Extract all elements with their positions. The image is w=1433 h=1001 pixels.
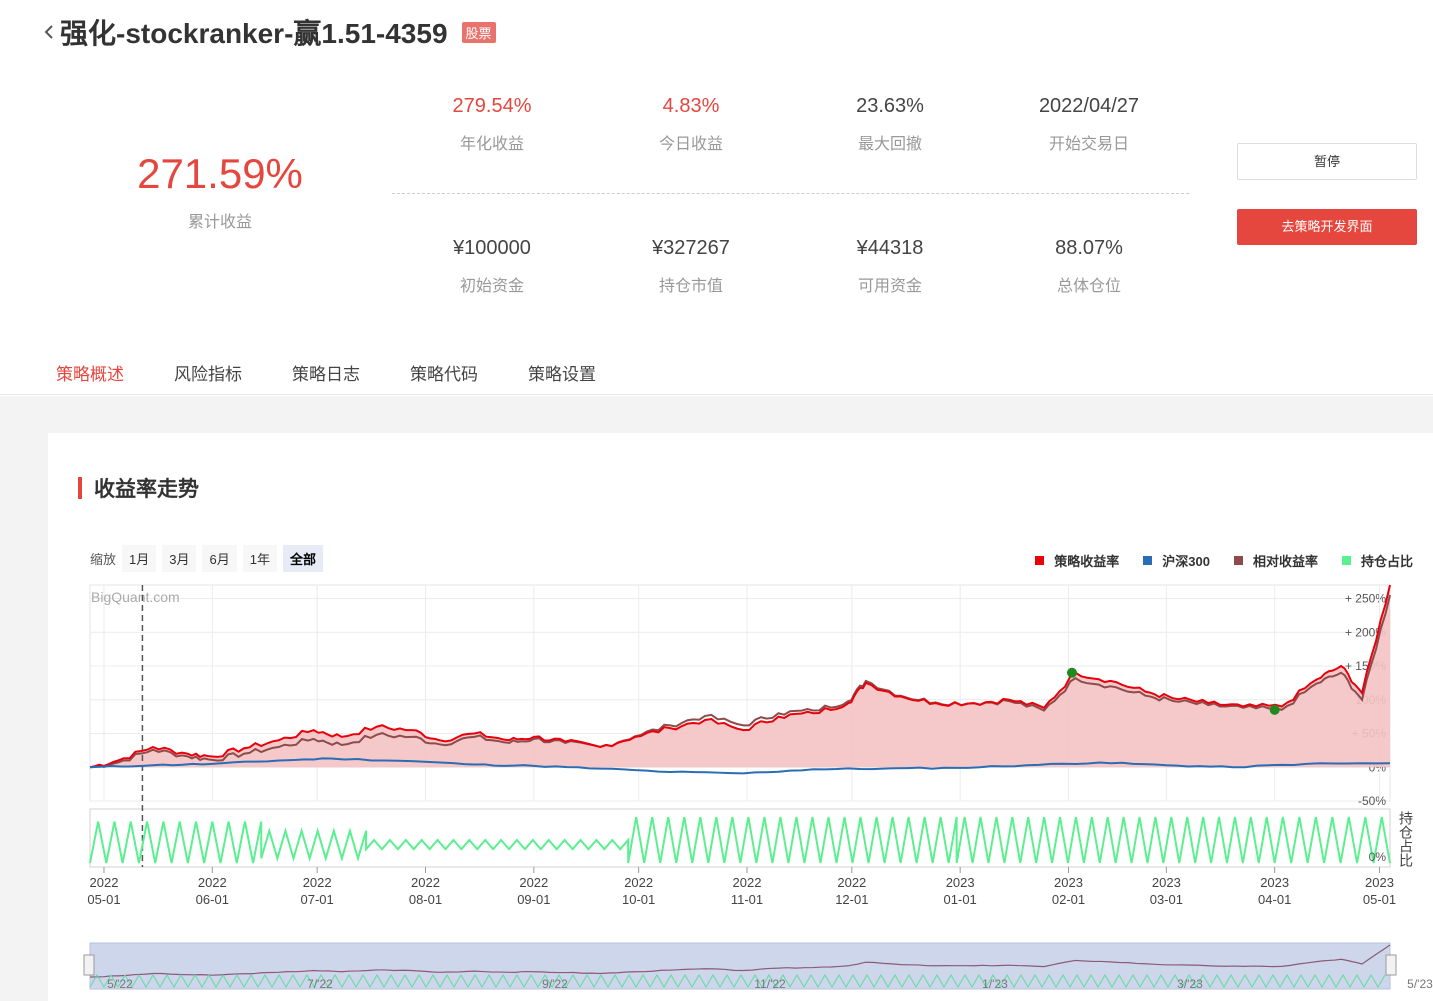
metric-value: 4.83% (662, 95, 720, 117)
tab-code[interactable]: 策略代码 (391, 352, 497, 399)
x-tick-date: 08-01 (409, 892, 442, 907)
metric-value: ¥44318 (856, 237, 924, 259)
returns-panel: 收益率走势 缩放 1月 3月 6月 1年 全部 策略收益率 沪深300 相对收益… (48, 433, 1433, 1001)
metrics-divider (392, 193, 1189, 194)
navigator-tick-label: 5/'22 (107, 977, 133, 991)
metric-value: ¥100000 (453, 237, 531, 259)
x-tick-date: 02-01 (1052, 892, 1085, 907)
position-ratio-line (89, 816, 1391, 864)
x-tick-year: 2023 (1152, 875, 1181, 890)
navigator-tick-label: 11/'22 (754, 977, 786, 991)
metric-initial-capital: ¥100000 初始资金 (392, 237, 592, 296)
tab-risk[interactable]: 风险指标 (155, 352, 261, 399)
x-tick-date: 07-01 (301, 892, 334, 907)
go-dev-button[interactable]: 去策略开发界面 (1237, 209, 1417, 245)
returns-chart[interactable]: + 250%+ 200%+ 150%100%+ 50%0%-50%202205-… (48, 433, 1433, 1001)
title-row: 强化-stockranker-赢1.51-4359 股票 (38, 12, 496, 52)
metric-label: 最大回撤 (857, 136, 922, 153)
content-area: 收益率走势 缩放 1月 3月 6月 1年 全部 策略收益率 沪深300 相对收益… (0, 396, 1433, 1001)
metric-label: 可用资金 (857, 278, 922, 295)
x-tick-year: 2023 (1365, 875, 1394, 890)
x-tick-date: 12-01 (835, 892, 868, 907)
x-tick-date: 03-01 (1150, 892, 1183, 907)
tab-log[interactable]: 策略日志 (273, 352, 379, 399)
x-tick-date: 04-01 (1258, 892, 1291, 907)
navigator-tick-label: 5/'23 (1407, 977, 1433, 991)
x-tick-date: 05-01 (1363, 892, 1396, 907)
x-tick-year: 2022 (90, 875, 119, 890)
x-tick-year: 2022 (519, 875, 548, 890)
page-title: 强化-stockranker-赢1.51-4359 (60, 18, 448, 49)
metric-position-value: ¥327267 持仓市值 (591, 237, 791, 296)
metric-label: 开始交易日 (1048, 136, 1129, 153)
x-tick-year: 2023 (1054, 875, 1083, 890)
metric-value: ¥327267 (652, 237, 730, 259)
metric-available-cash: ¥44318 可用资金 (790, 237, 990, 296)
navigator-left-handle[interactable] (83, 954, 95, 976)
tab-bar: 策略概述 风险指标 策略日志 策略代码 策略设置 (37, 352, 627, 399)
strategy-header: 强化-stockranker-赢1.51-4359 股票 271.59% 累计收… (0, 0, 1433, 399)
stock-badge: 股票 (461, 21, 496, 43)
x-tick-date: 09-01 (517, 892, 550, 907)
metric-value: 2022/04/27 (1038, 95, 1140, 117)
tab-overview[interactable]: 策略概述 (37, 352, 143, 399)
metric-label: 持仓市值 (658, 278, 723, 295)
metric-value: 23.63% (856, 95, 924, 117)
plot-frame (89, 584, 1391, 802)
cumulative-return-value: 271.59% (137, 150, 303, 197)
metric-label: 初始资金 (459, 278, 524, 295)
metric-label: 总体仓位 (1056, 278, 1121, 295)
trade-marker (1066, 667, 1077, 678)
x-tick-year: 2022 (837, 875, 866, 890)
metric-value: 88.07% (1055, 237, 1123, 259)
x-tick-date: 10-01 (622, 892, 655, 907)
x-tick-year: 2023 (1260, 875, 1289, 890)
pause-button[interactable]: 暂停 (1237, 143, 1417, 180)
x-tick-date: 06-01 (196, 892, 229, 907)
metric-label: 年化收益 (459, 136, 524, 153)
cumulative-return-label: 累计收益 (187, 214, 252, 231)
x-tick-year: 2023 (946, 875, 975, 890)
navigator-tick-label: 9/'22 (542, 977, 568, 991)
position-axis-label: 持仓占比 (1398, 811, 1414, 867)
x-tick-date: 05-01 (87, 892, 120, 907)
x-tick-year: 2022 (303, 875, 332, 890)
metric-label: 今日收益 (658, 136, 723, 153)
x-tick-date: 01-01 (944, 892, 977, 907)
navigator-tick-label: 1/'23 (982, 977, 1008, 991)
navigator-right-handle[interactable] (1385, 954, 1397, 976)
navigator-tick-label: 3/'23 (1177, 977, 1203, 991)
navigator-tick-label: 7/'22 (307, 977, 333, 991)
back-arrow-icon[interactable] (38, 14, 60, 50)
y-tick-label: + 250% (1345, 592, 1386, 606)
cumulative-return: 271.59% 累计收益 (120, 150, 320, 232)
position-tick-label: 0% (1369, 850, 1387, 864)
metric-today-return: 4.83% 今日收益 (591, 95, 791, 154)
y-tick-label: -50% (1358, 794, 1386, 808)
x-tick-year: 2022 (198, 875, 227, 890)
x-tick-year: 2022 (733, 875, 762, 890)
metric-start-date: 2022/04/27 开始交易日 (989, 95, 1189, 154)
metric-annual-return: 279.54% 年化收益 (392, 95, 592, 154)
tab-settings[interactable]: 策略设置 (509, 352, 615, 399)
strategy-area-fill (90, 585, 1390, 768)
metric-total-position: 88.07% 总体仓位 (989, 237, 1189, 296)
metric-value: 279.54% (452, 95, 532, 117)
x-tick-year: 2022 (411, 875, 440, 890)
trade-marker (1269, 704, 1280, 715)
x-tick-year: 2022 (624, 875, 653, 890)
x-tick-date: 11-01 (731, 892, 763, 907)
metric-max-drawdown: 23.63% 最大回撤 (790, 95, 990, 154)
watermark: BigQuant.com (91, 589, 180, 605)
